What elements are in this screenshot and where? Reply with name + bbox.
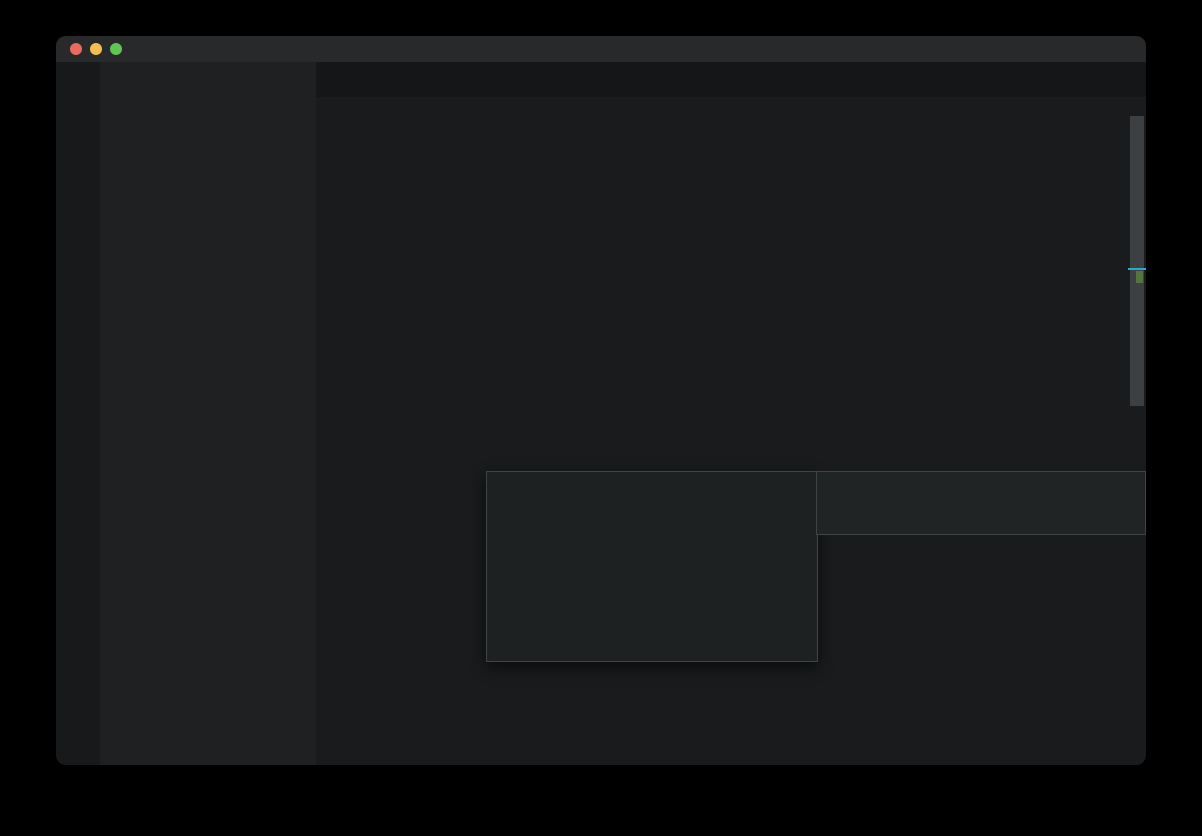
titlebar[interactable] bbox=[56, 36, 1146, 63]
autocomplete-popup bbox=[486, 471, 818, 662]
lightbulb-icon[interactable] bbox=[358, 62, 372, 76]
workspace-root-row[interactable] bbox=[100, 96, 316, 118]
breadcrumbs bbox=[316, 97, 1146, 115]
sidebar-header bbox=[100, 62, 316, 96]
overview-ruler-marker bbox=[1136, 271, 1143, 283]
desktop bbox=[0, 0, 1202, 836]
suggest-docs-panel bbox=[816, 471, 1146, 535]
overview-ruler-modified-marker bbox=[1128, 268, 1146, 270]
explorer-sidebar bbox=[100, 62, 317, 765]
editor-group bbox=[316, 62, 1146, 765]
tab-bar bbox=[316, 62, 1146, 97]
activity-bar bbox=[56, 62, 100, 765]
vscode-window bbox=[56, 36, 1146, 765]
window-title bbox=[56, 36, 1146, 62]
editor-scrollbar[interactable] bbox=[1130, 116, 1144, 406]
